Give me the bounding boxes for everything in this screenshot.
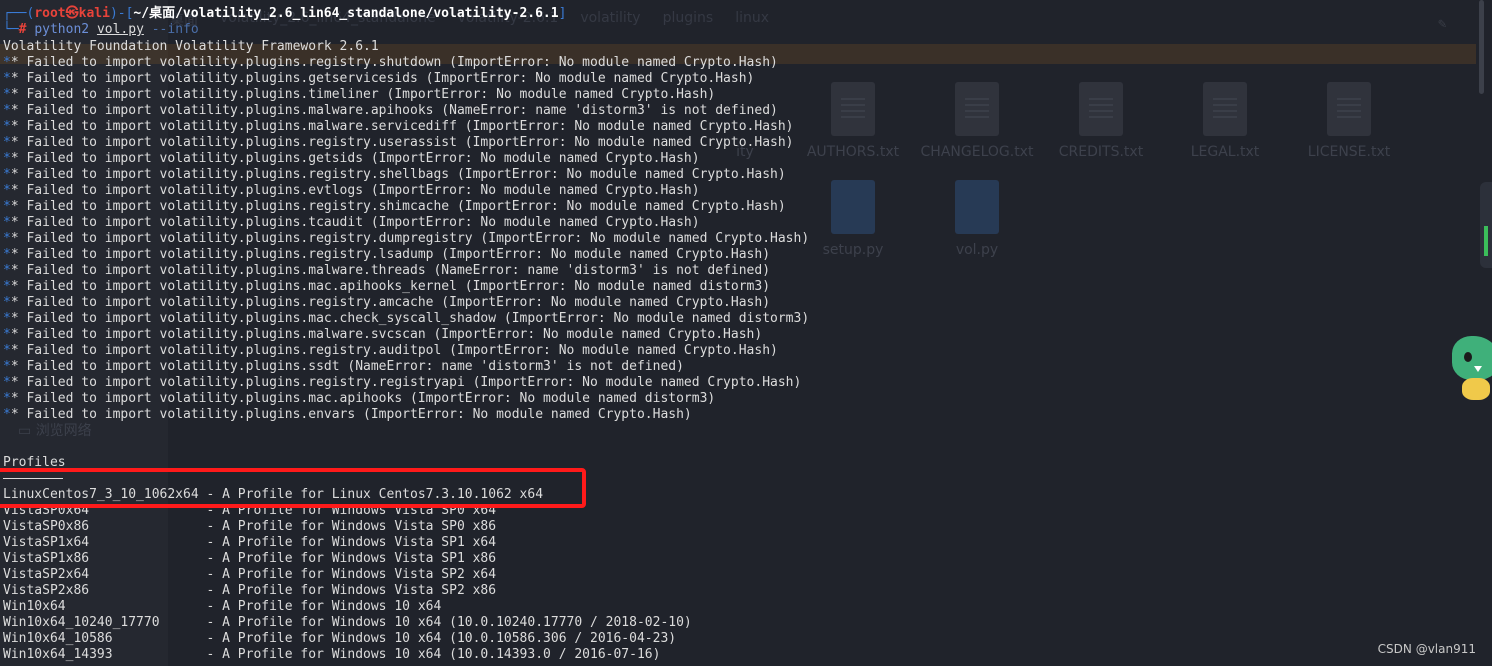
error-star-marker: * bbox=[3, 263, 11, 278]
error-star-marker: * bbox=[3, 167, 11, 182]
error-star-marker: * bbox=[3, 407, 11, 422]
profile-line: Win10x64 - A Profile for Windows 10 x64 bbox=[3, 599, 442, 614]
import-error-line: ** Failed to import volatility.plugins.m… bbox=[3, 263, 771, 278]
csdn-watermark: CSDN @vlan911 bbox=[1377, 642, 1476, 656]
profile-line: VistaSP0x86 - A Profile for Windows Vist… bbox=[3, 519, 497, 534]
import-error-line: ** Failed to import volatility.plugins.t… bbox=[3, 215, 700, 230]
import-error-line: ** Failed to import volatility.plugins.m… bbox=[3, 119, 794, 134]
import-error-line: ** Failed to import volatility.plugins.r… bbox=[3, 375, 802, 390]
error-star-marker: * bbox=[3, 87, 11, 102]
highlight-annotation-box bbox=[0, 468, 586, 508]
banner-line: Volatility Foundation Volatility Framewo… bbox=[3, 39, 379, 54]
import-error-line: ** Failed to import volatility.plugins.r… bbox=[3, 231, 810, 246]
profile-line: Win10x64_10586 - A Profile for Windows 1… bbox=[3, 631, 677, 646]
profile-line: VistaSP1x86 - A Profile for Windows Vist… bbox=[3, 551, 497, 566]
import-error-line: ** Failed to import volatility.plugins.m… bbox=[3, 391, 716, 406]
import-error-line: ** Failed to import volatility.plugins.m… bbox=[3, 311, 810, 326]
import-error-line: ** Failed to import volatility.plugins.r… bbox=[3, 247, 771, 262]
import-error-line: ** Failed to import volatility.plugins.r… bbox=[3, 295, 771, 310]
profile-line: VistaSP2x64 - A Profile for Windows Vist… bbox=[3, 567, 497, 582]
error-star-marker: * bbox=[3, 311, 11, 326]
import-error-line: ** Failed to import volatility.plugins.r… bbox=[3, 343, 778, 358]
import-error-line: ** Failed to import volatility.plugins.r… bbox=[3, 135, 794, 150]
import-error-line: ** Failed to import volatility.plugins.m… bbox=[3, 279, 771, 294]
import-error-line: ** Failed to import volatility.plugins.m… bbox=[3, 327, 763, 342]
import-error-line: ** Failed to import volatility.plugins.g… bbox=[3, 151, 700, 166]
import-error-line: ** Failed to import volatility.plugins.e… bbox=[3, 183, 700, 198]
error-star-marker: * bbox=[3, 199, 11, 214]
import-error-line: ** Failed to import volatility.plugins.e… bbox=[3, 407, 692, 422]
error-star-marker: * bbox=[3, 103, 11, 118]
error-star-marker: * bbox=[3, 119, 11, 134]
error-star-marker: * bbox=[3, 183, 11, 198]
error-star-marker: * bbox=[3, 151, 11, 166]
import-error-line: ** Failed to import volatility.plugins.r… bbox=[3, 199, 786, 214]
terminal-output: ┌──(root㉿kali)-[~/桌面/volatility_2.6_lin6… bbox=[0, 0, 1492, 666]
error-star-marker: * bbox=[3, 135, 11, 150]
profile-line: Win10x64_10240_17770 - A Profile for Win… bbox=[3, 615, 692, 630]
import-error-line: ** Failed to import volatility.plugins.t… bbox=[3, 87, 716, 102]
error-star-marker: * bbox=[3, 327, 11, 342]
profile-line: VistaSP1x64 - A Profile for Windows Vist… bbox=[3, 535, 497, 550]
error-star-marker: * bbox=[3, 295, 11, 310]
import-error-line: ** Failed to import volatility.plugins.r… bbox=[3, 167, 786, 182]
prompt-line-2: └─# python2 vol.py --info bbox=[3, 22, 199, 37]
error-star-marker: * bbox=[3, 231, 11, 246]
error-star-marker: * bbox=[3, 215, 11, 230]
import-error-line: ** Failed to import volatility.plugins.g… bbox=[3, 71, 755, 86]
error-star-marker: * bbox=[3, 247, 11, 262]
profile-line: VistaSP2x86 - A Profile for Windows Vist… bbox=[3, 583, 497, 598]
error-star-marker: * bbox=[3, 279, 11, 294]
error-star-marker: * bbox=[3, 391, 11, 406]
prompt-line-1: ┌──(root㉿kali)-[~/桌面/volatility_2.6_lin6… bbox=[3, 6, 567, 21]
error-star-marker: * bbox=[3, 71, 11, 86]
error-star-marker: * bbox=[3, 343, 11, 358]
import-error-line: ** Failed to import volatility.plugins.s… bbox=[3, 359, 684, 374]
error-star-marker: * bbox=[3, 375, 11, 390]
import-error-line: ** Failed to import volatility.plugins.r… bbox=[3, 55, 778, 70]
import-error-line: ** Failed to import volatility.plugins.m… bbox=[3, 103, 778, 118]
profile-line: Win10x64_14393 - A Profile for Windows 1… bbox=[3, 647, 661, 662]
error-star-marker: * bbox=[3, 55, 11, 70]
error-star-marker: * bbox=[3, 359, 11, 374]
